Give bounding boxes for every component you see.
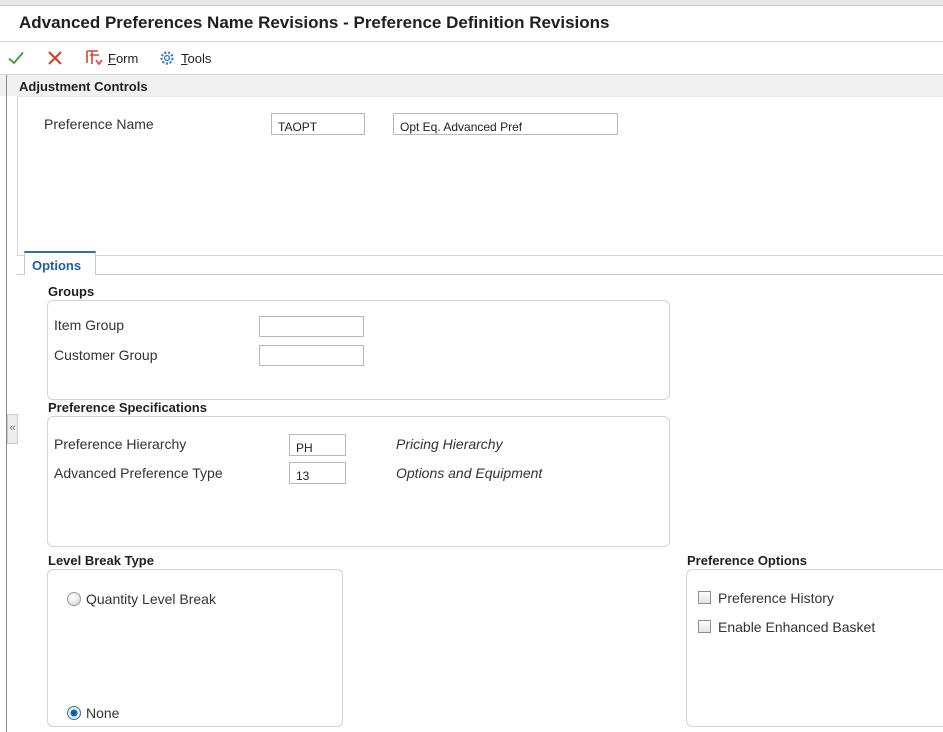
customer-group-field[interactable] xyxy=(259,345,364,366)
preference-hierarchy-label: Preference Hierarchy xyxy=(54,436,187,452)
adjustment-controls-title: Adjustment Controls xyxy=(19,79,148,94)
cancel-x-icon xyxy=(46,49,64,67)
preference-name-label: Preference Name xyxy=(44,116,154,132)
form-menu-label: Form xyxy=(108,50,139,66)
enable-enhanced-basket-label: Enable Enhanced Basket xyxy=(718,619,876,635)
none-radio[interactable] xyxy=(67,706,81,720)
preference-description-field[interactable] xyxy=(393,113,618,135)
item-group-field[interactable] xyxy=(259,316,364,337)
preference-name-field[interactable] xyxy=(271,113,365,135)
window-top-edge xyxy=(0,0,943,6)
advanced-preference-type-label: Advanced Preference Type xyxy=(54,465,223,481)
preference-options-title: Preference Options xyxy=(687,553,807,568)
form-menu-button[interactable]: Form xyxy=(84,47,138,69)
customer-group-label: Customer Group xyxy=(54,347,158,363)
collapse-panel-handle[interactable]: « xyxy=(7,414,18,444)
tab-strip xyxy=(17,255,943,275)
title-divider xyxy=(0,41,943,42)
checkmark-icon xyxy=(7,49,25,67)
content-left-border xyxy=(6,75,7,732)
ok-button[interactable] xyxy=(7,47,25,69)
advanced-preference-type-description: Options and Equipment xyxy=(396,465,543,481)
gear-icon xyxy=(158,49,176,67)
tab-options[interactable]: Options xyxy=(24,251,96,275)
preference-hierarchy-description: Pricing Hierarchy xyxy=(396,436,503,452)
item-group-label: Item Group xyxy=(54,317,125,333)
level-break-type-title: Level Break Type xyxy=(48,553,154,568)
none-label: None xyxy=(86,705,120,721)
page-title: Advanced Preferences Name Revisions - Pr… xyxy=(19,13,610,32)
advanced-preference-type-field[interactable] xyxy=(289,462,346,484)
quantity-level-break-label: Quantity Level Break xyxy=(86,591,216,607)
form-menu-icon xyxy=(84,49,104,67)
cancel-button[interactable] xyxy=(46,47,64,69)
preference-hierarchy-field[interactable] xyxy=(289,434,346,456)
preference-specifications-title: Preference Specifications xyxy=(48,400,207,415)
preference-history-label: Preference History xyxy=(718,590,834,606)
quantity-level-break-radio[interactable] xyxy=(67,592,81,606)
tools-menu-button[interactable]: Tools xyxy=(158,47,211,69)
preference-history-checkbox[interactable] xyxy=(698,591,711,604)
tools-menu-label: Tools xyxy=(181,50,212,66)
enable-enhanced-basket-checkbox[interactable] xyxy=(698,620,711,633)
groups-title: Groups xyxy=(48,284,95,299)
